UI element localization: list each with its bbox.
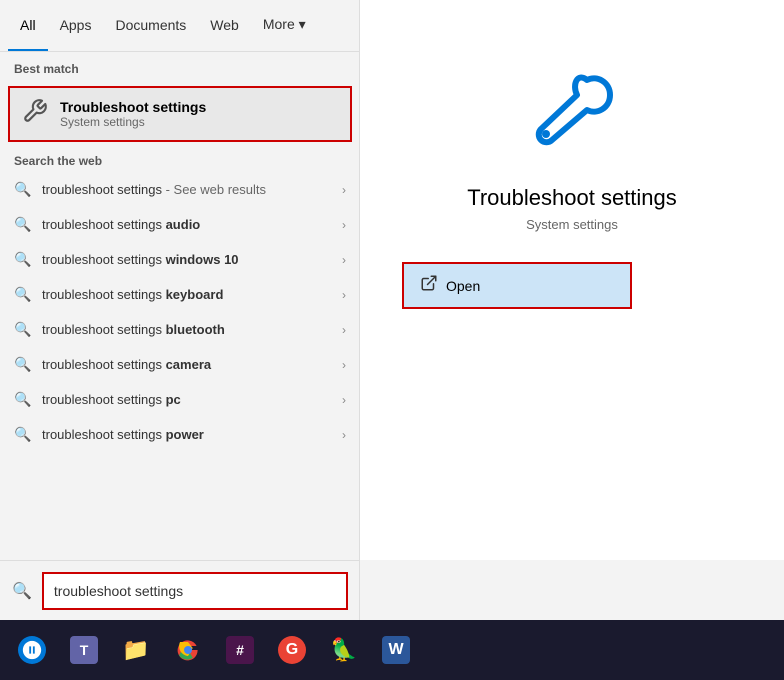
result-text-2: troubleshoot settings audio <box>42 217 332 232</box>
result-item-7[interactable]: 🔍 troubleshoot settings pc › <box>0 382 360 417</box>
open-icon <box>420 274 438 297</box>
search-web-label: Search the web <box>0 146 360 172</box>
result-text-8: troubleshoot settings power <box>42 427 332 442</box>
chevron-icon-6: › <box>342 358 346 372</box>
best-match-text: Troubleshoot settings System settings <box>60 99 206 129</box>
search-icon-3: 🔍 <box>14 251 32 268</box>
search-icon-8: 🔍 <box>14 426 32 443</box>
taskbar-teams[interactable]: T <box>60 626 108 674</box>
search-icon-2: 🔍 <box>14 216 32 233</box>
tab-documents[interactable]: Documents <box>103 0 198 51</box>
open-label: Open <box>446 278 480 294</box>
open-button[interactable]: Open <box>402 262 632 309</box>
search-input-value: troubleshoot settings <box>54 583 183 599</box>
tab-apps[interactable]: Apps <box>48 0 104 51</box>
search-icon-4: 🔍 <box>14 286 32 303</box>
detail-title: Troubleshoot settings <box>467 185 677 211</box>
tab-more[interactable]: More ▾ <box>251 0 318 51</box>
wrench-icon <box>22 98 48 130</box>
search-panel: All Apps Documents Web More ▾ Best match… <box>0 0 360 620</box>
result-item-3[interactable]: 🔍 troubleshoot settings windows 10 › <box>0 242 360 277</box>
tab-web[interactable]: Web <box>198 0 251 51</box>
best-match-label: Best match <box>0 52 360 82</box>
taskbar-explorer[interactable]: 📁 <box>112 626 160 674</box>
search-icon-5: 🔍 <box>14 321 32 338</box>
taskbar-word[interactable]: W <box>372 626 420 674</box>
taskbar-unknown1[interactable]: 🦜 <box>320 626 368 674</box>
best-match-subtitle: System settings <box>60 115 206 129</box>
result-item-6[interactable]: 🔍 troubleshoot settings camera › <box>0 347 360 382</box>
result-item-4[interactable]: 🔍 troubleshoot settings keyboard › <box>0 277 360 312</box>
result-item-5[interactable]: 🔍 troubleshoot settings bluetooth › <box>0 312 360 347</box>
result-text-3: troubleshoot settings windows 10 <box>42 252 332 267</box>
search-icon-7: 🔍 <box>14 391 32 408</box>
open-btn-container: Open <box>402 262 742 309</box>
result-text-6: troubleshoot settings camera <box>42 357 332 372</box>
result-text-4: troubleshoot settings keyboard <box>42 287 332 302</box>
tabs-row: All Apps Documents Web More ▾ <box>0 0 360 52</box>
detail-subtitle: System settings <box>526 217 618 232</box>
taskbar-slack[interactable]: # <box>216 626 264 674</box>
chevron-icon-8: › <box>342 428 346 442</box>
taskbar-google[interactable]: G <box>268 626 316 674</box>
taskbar-edge[interactable] <box>8 626 56 674</box>
chevron-icon-2: › <box>342 218 346 232</box>
taskbar-chrome[interactable] <box>164 626 212 674</box>
taskbar: T 📁 # G 🦜 W <box>0 620 784 680</box>
result-text-1: troubleshoot settings - See web results <box>42 182 332 197</box>
chevron-icon-4: › <box>342 288 346 302</box>
result-text-7: troubleshoot settings pc <box>42 392 332 407</box>
result-item-1[interactable]: 🔍 troubleshoot settings - See web result… <box>0 172 360 207</box>
result-item-8[interactable]: 🔍 troubleshoot settings power › <box>0 417 360 452</box>
chevron-icon-1: › <box>342 183 346 197</box>
result-item-2[interactable]: 🔍 troubleshoot settings audio › <box>0 207 360 242</box>
best-match-title: Troubleshoot settings <box>60 99 206 115</box>
app-icon <box>522 60 622 165</box>
search-input[interactable]: troubleshoot settings <box>42 572 348 610</box>
search-icon-1: 🔍 <box>14 181 32 198</box>
tab-all[interactable]: All <box>8 0 48 51</box>
bottom-search-bar: 🔍 troubleshoot settings <box>0 560 360 620</box>
chevron-icon-7: › <box>342 393 346 407</box>
chevron-icon-5: › <box>342 323 346 337</box>
best-match-item[interactable]: Troubleshoot settings System settings <box>8 86 352 142</box>
result-text-5: troubleshoot settings bluetooth <box>42 322 332 337</box>
search-icon-6: 🔍 <box>14 356 32 373</box>
search-icon-bottom: 🔍 <box>12 581 32 601</box>
detail-panel: Troubleshoot settings System settings Op… <box>360 0 784 560</box>
chevron-icon-3: › <box>342 253 346 267</box>
